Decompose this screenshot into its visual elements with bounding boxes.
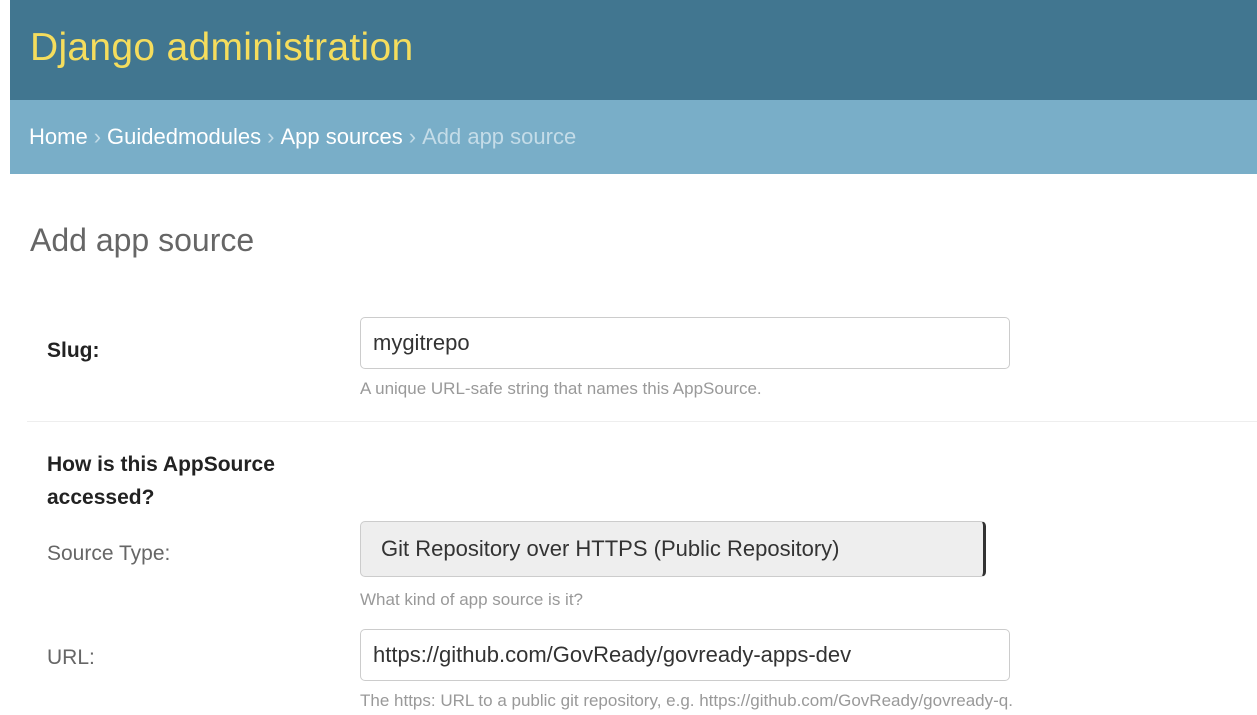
page-title: Add app source (30, 222, 255, 258)
breadcrumb-separator: › (267, 124, 275, 149)
breadcrumb: Home › Guidedmodules › App sources › Add app s… (10, 100, 1257, 174)
slug-help-text: A unique URL-safe string that names this… (360, 379, 762, 398)
url-input[interactable]: https://github.com/GovReady/govready-app… (360, 629, 1010, 681)
breadcrumb-separator: › (408, 124, 417, 149)
url-label: URL: (47, 646, 95, 669)
breadcrumb-app-sources-link[interactable]: App sources (280, 124, 402, 149)
fieldset-divider (27, 421, 1257, 422)
breadcrumb-current: Add app source (422, 124, 577, 149)
source-type-help-text: What kind of app source is it? (360, 590, 584, 609)
source-type-label: Source Type: (47, 542, 171, 565)
breadcrumb-guidedmodules-link[interactable]: Guidedmodules (107, 124, 261, 149)
site-title[interactable]: Django administration (30, 22, 414, 74)
url-help-text: The https: URL to a public git repositor… (360, 691, 1013, 710)
access-section-heading: How is this AppSource accessed? (47, 453, 275, 509)
header-bar: Django administration (10, 0, 1257, 100)
slug-input[interactable]: mygitrepo (360, 317, 1010, 369)
breadcrumb-separator: › (93, 124, 102, 149)
breadcrumb-home-link[interactable]: Home (29, 124, 88, 149)
source-type-select[interactable]: Git Repository over HTTPS (Public Reposi… (360, 521, 986, 577)
slug-label: Slug: (47, 339, 100, 362)
